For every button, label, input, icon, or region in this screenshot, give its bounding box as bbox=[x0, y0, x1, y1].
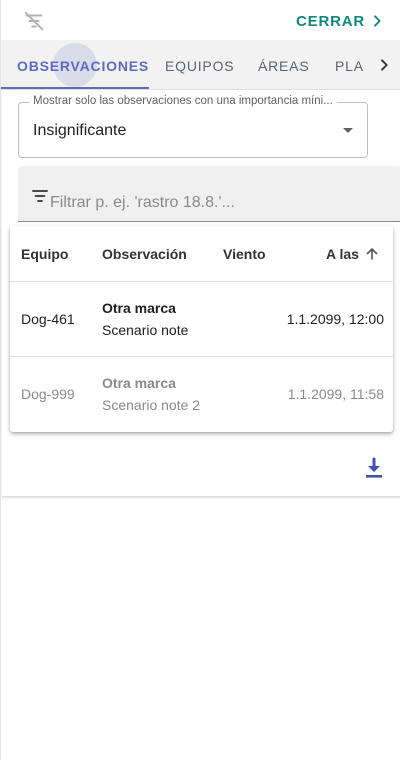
importance-select-value: Insignificante bbox=[33, 122, 127, 139]
cell-observation-note: Scenario note 2 bbox=[102, 397, 201, 413]
cell-time: 1.1.2099, 12:00 bbox=[286, 311, 384, 327]
column-header-observation[interactable]: Observación bbox=[102, 246, 187, 262]
cell-time: 1.1.2099, 11:58 bbox=[287, 386, 384, 402]
close-button-label: CERRAR bbox=[296, 12, 365, 30]
cell-team: Dog-461 bbox=[21, 311, 75, 327]
cell-team: Dog-999 bbox=[21, 386, 75, 402]
filter-field bbox=[18, 166, 400, 222]
chevron-right-icon bbox=[374, 15, 381, 27]
cell-observation-title: Otra marca bbox=[102, 375, 176, 391]
tab-pla[interactable]: PLA bbox=[335, 40, 364, 89]
filter-list-icon bbox=[32, 188, 48, 204]
table-header: Equipo Observación Viento A las bbox=[10, 226, 393, 282]
table-row[interactable]: Dog-999 Otra marca Scenario note 2 1.1.2… bbox=[10, 357, 393, 432]
column-header-time[interactable]: A las bbox=[326, 246, 379, 262]
table-row[interactable]: Dog-461 Otra marca Scenario note 1.1.209… bbox=[10, 282, 393, 357]
tab-areas[interactable]: ÁREAS bbox=[258, 40, 309, 89]
tab-equipos[interactable]: EQUIPOS bbox=[165, 40, 234, 89]
column-header-team[interactable]: Equipo bbox=[21, 246, 68, 262]
close-button[interactable]: CERRAR bbox=[296, 10, 385, 32]
observations-panel: Mostrar solo las observaciones con una i… bbox=[2, 90, 400, 497]
tab-scroll-right-button[interactable] bbox=[367, 40, 400, 89]
download-button[interactable] bbox=[362, 456, 386, 480]
arrow-up-icon bbox=[366, 248, 378, 260]
column-header-wind[interactable]: Viento bbox=[223, 246, 266, 262]
tab-observaciones[interactable]: OBSERVACIONES bbox=[17, 40, 149, 89]
tab-bar: OBSERVACIONES EQUIPOS ÁREAS PLA bbox=[1, 40, 400, 90]
dropdown-arrow-icon bbox=[343, 128, 353, 133]
filter-input[interactable] bbox=[50, 192, 380, 214]
chevron-right-icon bbox=[381, 59, 388, 71]
cell-observation-title: Otra marca bbox=[102, 300, 176, 316]
importance-select-label: Mostrar solo las observaciones con una i… bbox=[29, 95, 337, 107]
importance-select[interactable]: Mostrar solo las observaciones con una i… bbox=[18, 95, 368, 158]
download-icon bbox=[366, 457, 382, 478]
column-header-time-label: A las bbox=[326, 246, 359, 262]
cell-observation-note: Scenario note bbox=[102, 322, 189, 338]
observations-table: Equipo Observación Viento A las Dog-461 … bbox=[10, 226, 393, 432]
top-bar: CERRAR bbox=[1, 0, 400, 40]
page: CERRAR OBSERVACIONES EQUIPOS ÁREAS PLA M… bbox=[0, 0, 400, 760]
filter-off-icon[interactable] bbox=[23, 10, 45, 32]
